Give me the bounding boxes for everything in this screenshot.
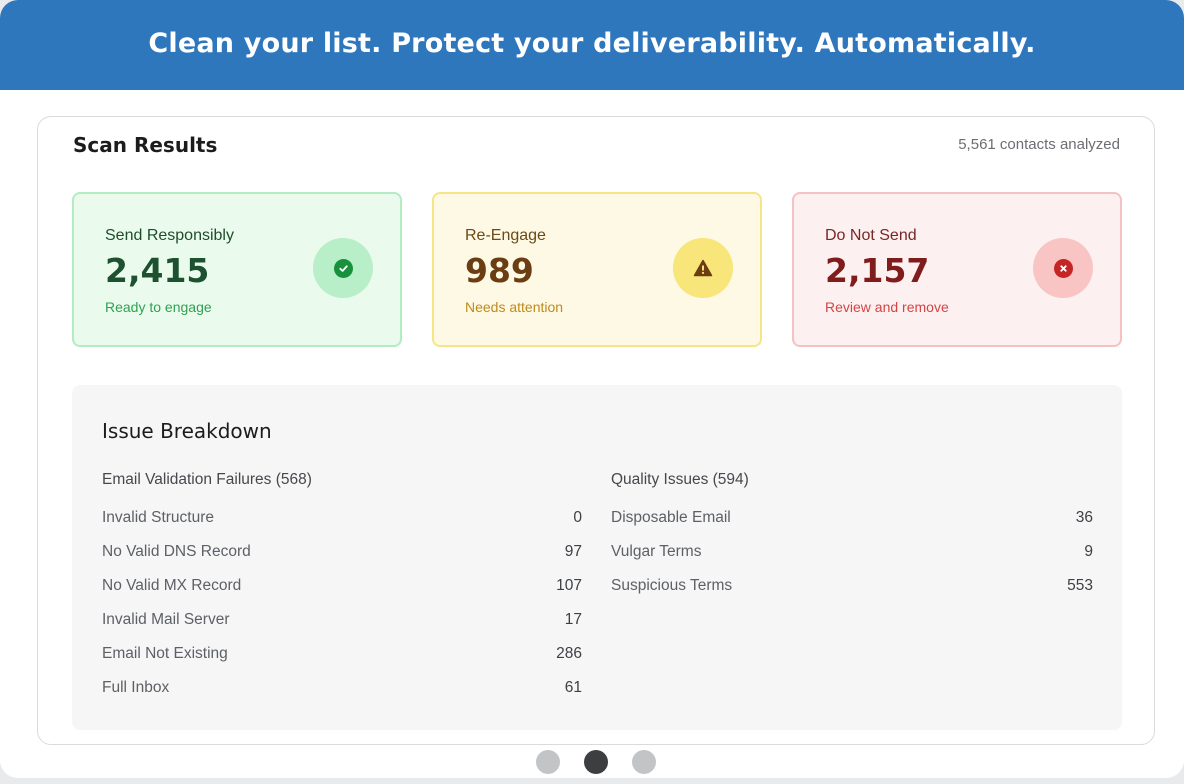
column-heading: Quality Issues (594) bbox=[611, 471, 749, 488]
validation-failures-column: Email Validation Failures (568) Invalid … bbox=[102, 470, 582, 712]
x-circle-icon bbox=[1033, 238, 1093, 298]
column-heading: Email Validation Failures (568) bbox=[102, 471, 312, 488]
issue-label: Disposable Email bbox=[611, 509, 731, 526]
issue-label: Vulgar Terms bbox=[611, 543, 702, 560]
issue-count: 286 bbox=[556, 645, 582, 662]
issue-row: Full Inbox 61 bbox=[102, 678, 582, 712]
pager-dot[interactable] bbox=[632, 750, 656, 774]
card-label: Send Responsibly bbox=[105, 227, 234, 244]
issue-label: Email Not Existing bbox=[102, 645, 228, 662]
issue-row: Disposable Email 36 bbox=[611, 508, 1093, 542]
issue-row: Invalid Mail Server 17 bbox=[102, 610, 582, 644]
card-subtext: Review and remove bbox=[825, 299, 949, 315]
pager-dot[interactable] bbox=[536, 750, 560, 774]
card-send-responsibly[interactable]: Send Responsibly 2,415 Ready to engage bbox=[72, 192, 402, 347]
card-value: 2,157 bbox=[825, 251, 930, 290]
issue-row: Suspicious Terms 553 bbox=[611, 576, 1093, 610]
card-subtext: Ready to engage bbox=[105, 299, 212, 315]
card-label: Re-Engage bbox=[465, 227, 546, 244]
issue-label: Invalid Structure bbox=[102, 509, 214, 526]
issue-count: 0 bbox=[573, 509, 582, 526]
card-label: Do Not Send bbox=[825, 227, 917, 244]
banner-title: Clean your list. Protect your deliverabi… bbox=[148, 27, 1036, 59]
card-re-engage[interactable]: Re-Engage 989 Needs attention bbox=[432, 192, 762, 347]
issue-label: No Valid MX Record bbox=[102, 577, 242, 594]
issue-breakdown: Issue Breakdown Email Validation Failure… bbox=[72, 385, 1122, 730]
issue-row: Vulgar Terms 9 bbox=[611, 542, 1093, 576]
header-banner: Clean your list. Protect your deliverabi… bbox=[0, 0, 1184, 90]
card-subtext: Needs attention bbox=[465, 299, 564, 315]
issue-count: 9 bbox=[1084, 543, 1093, 560]
card-value: 2,415 bbox=[105, 251, 210, 290]
scan-results-panel: Scan Results 5,561 contacts analyzed Sen… bbox=[37, 116, 1155, 745]
contacts-analyzed: 5,561 contacts analyzed bbox=[958, 136, 1120, 153]
issue-label: No Valid DNS Record bbox=[102, 543, 251, 560]
issue-label: Suspicious Terms bbox=[611, 577, 733, 594]
issue-count: 97 bbox=[564, 543, 582, 560]
carousel-pager bbox=[536, 750, 656, 774]
issue-count: 107 bbox=[556, 577, 582, 594]
card-do-not-send[interactable]: Do Not Send 2,157 Review and remove bbox=[792, 192, 1122, 347]
issue-count: 553 bbox=[1067, 577, 1093, 594]
panel-title: Scan Results bbox=[73, 133, 218, 157]
warning-triangle-icon bbox=[673, 238, 733, 298]
issue-breakdown-title: Issue Breakdown bbox=[102, 419, 272, 443]
issue-count: 61 bbox=[564, 679, 582, 696]
card-value: 989 bbox=[465, 251, 534, 290]
app-frame: Clean your list. Protect your deliverabi… bbox=[0, 0, 1184, 778]
issue-row: No Valid MX Record 107 bbox=[102, 576, 582, 610]
check-circle-icon bbox=[313, 238, 373, 298]
issue-row: No Valid DNS Record 97 bbox=[102, 542, 582, 576]
quality-issues-column: Quality Issues (594) Disposable Email 36 … bbox=[611, 470, 1093, 610]
issue-count: 17 bbox=[564, 611, 582, 628]
issue-row: Invalid Structure 0 bbox=[102, 508, 582, 542]
pager-dot-active[interactable] bbox=[584, 750, 608, 774]
issue-row: Email Not Existing 286 bbox=[102, 644, 582, 678]
issue-count: 36 bbox=[1075, 509, 1093, 526]
issue-label: Full Inbox bbox=[102, 679, 170, 696]
issue-label: Invalid Mail Server bbox=[102, 611, 230, 628]
